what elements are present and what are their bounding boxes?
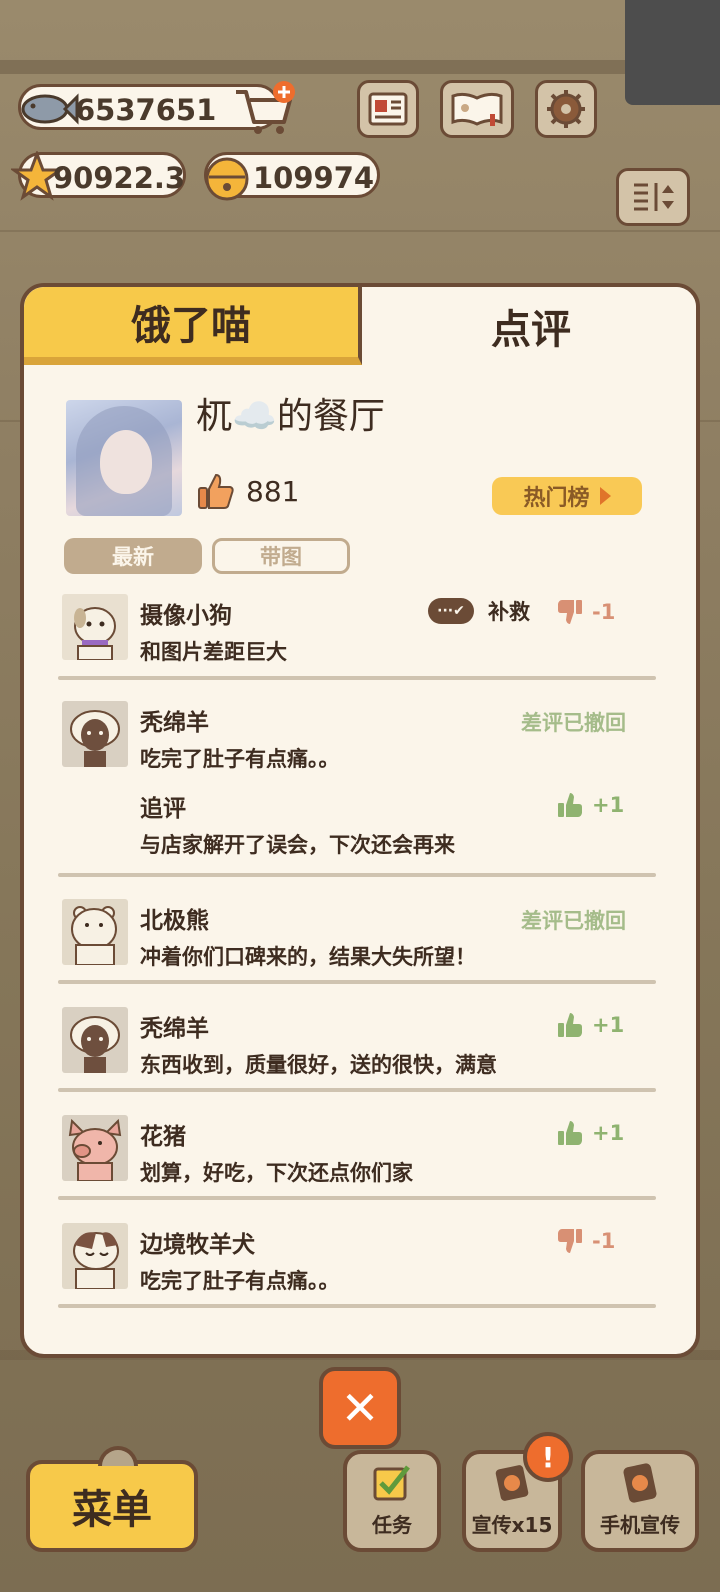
chevron-right-icon bbox=[599, 487, 611, 505]
review-item: 北极熊 冲着你们口碑来的，结果大失所望！ 差评已撤回 bbox=[24, 897, 696, 987]
review-divider bbox=[58, 1304, 656, 1308]
newspaper-icon bbox=[368, 92, 408, 126]
bell-icon bbox=[205, 157, 249, 201]
fish-count: 6537651 bbox=[75, 93, 217, 127]
sheep-avatar bbox=[62, 701, 128, 767]
polar-bear-avatar bbox=[62, 899, 128, 965]
sheep-avatar bbox=[62, 1007, 128, 1073]
review-text: 东西收到，质量很好，送的很快，满意 bbox=[140, 1053, 497, 1077]
star-count: 90922.3 bbox=[53, 161, 186, 195]
reviewer-name: 边境牧羊犬 bbox=[140, 1232, 255, 1258]
layout-toggle-button[interactable] bbox=[616, 168, 690, 226]
thumbs-down-icon bbox=[558, 1229, 582, 1253]
thumbs-up-icon bbox=[558, 1013, 582, 1037]
review-text: 吃完了肚子有点痛。。 bbox=[140, 747, 340, 771]
sort-icon bbox=[634, 183, 674, 211]
retracted-status: 差评已撤回 bbox=[521, 909, 626, 933]
reviewer-name: 北极熊 bbox=[140, 908, 209, 934]
thumbs-up-icon bbox=[198, 473, 234, 509]
remedy-label: 补救 bbox=[488, 600, 530, 624]
phone-promo-button[interactable]: 手机宣传 bbox=[581, 1450, 699, 1552]
restaurant-avatar bbox=[66, 400, 182, 516]
review-score: +1 bbox=[556, 1011, 624, 1039]
followup-text: 与店家解开了误会，下次还会再来 bbox=[140, 833, 455, 857]
phone-promo-label: 手机宣传 bbox=[600, 1513, 680, 1537]
review-text: 划算，好吃，下次还点你们家 bbox=[140, 1161, 413, 1185]
tasks-button[interactable]: 任务 bbox=[343, 1450, 441, 1552]
tab-delivery[interactable]: 饿了喵 bbox=[24, 287, 362, 365]
review-text: 冲着你们口碑来的，结果大失所望！ bbox=[140, 945, 476, 969]
thumbs-up-icon bbox=[558, 793, 582, 817]
review-item: 秃绵羊 东西收到，质量很好，送的很快，满意 +1 bbox=[24, 1005, 696, 1095]
settings-button[interactable] bbox=[535, 80, 597, 138]
tab-reviews[interactable]: 点评 bbox=[362, 287, 696, 365]
reviewer-name: 秃绵羊 bbox=[140, 710, 209, 736]
chat-check-icon: ···✔ bbox=[428, 598, 474, 624]
reviewer-name: 摄像小狗 bbox=[140, 603, 232, 629]
promo-label: 宣传x15 bbox=[471, 1513, 553, 1537]
close-icon: ✕ bbox=[340, 1381, 380, 1435]
score-value: +1 bbox=[592, 793, 625, 817]
fish-icon bbox=[21, 93, 79, 125]
review-item: 秃绵羊 吃完了肚子有点痛。。 差评已撤回 追评 与店家解开了误会，下次还会再来 … bbox=[24, 699, 696, 869]
menu-label: 菜单 bbox=[72, 1487, 152, 1533]
wall-plank bbox=[0, 230, 720, 232]
review-divider bbox=[58, 676, 656, 680]
review-item: 摄像小狗 和图片差距巨大 ···✔ 补救 -1 bbox=[24, 592, 696, 682]
hot-ranking-button[interactable]: 热门榜 bbox=[492, 477, 642, 515]
phone-icon bbox=[623, 1463, 657, 1503]
cookbook-button[interactable] bbox=[440, 80, 514, 138]
review-score: +1 bbox=[556, 791, 624, 819]
reviewer-name: 花猪 bbox=[140, 1124, 186, 1150]
reviewer-name: 秃绵羊 bbox=[140, 1016, 209, 1042]
bell-currency-pill: 109974 bbox=[204, 152, 380, 201]
review-item: 边境牧羊犬 吃完了肚子有点痛。。 -1 bbox=[24, 1221, 696, 1311]
score-value: -1 bbox=[592, 600, 616, 624]
menu-button[interactable]: 菜单 bbox=[26, 1446, 198, 1552]
newspaper-button[interactable] bbox=[357, 80, 419, 138]
score-value: +1 bbox=[592, 1121, 625, 1145]
star-currency-pill: 90922.3 bbox=[11, 151, 186, 201]
retracted-status: 差评已撤回 bbox=[521, 711, 626, 735]
checkbox-icon bbox=[373, 1465, 410, 1501]
dog-avatar bbox=[62, 594, 128, 660]
bell-count: 109974 bbox=[253, 161, 375, 195]
score-value: -1 bbox=[592, 1229, 616, 1253]
review-divider bbox=[58, 1088, 656, 1092]
review-score: -1 bbox=[556, 1227, 615, 1255]
book-icon bbox=[451, 92, 503, 126]
review-panel: 饿了喵 点评 杌☁️的餐厅 881 热门榜 最新 带图 摄像小狗 和图片差距巨大… bbox=[20, 283, 700, 1358]
hot-ranking-label: 热门榜 bbox=[523, 486, 590, 511]
tasks-label: 任务 bbox=[372, 1513, 412, 1537]
filter-with-image[interactable]: 带图 bbox=[212, 538, 350, 574]
remedy-button[interactable]: ···✔ 补救 bbox=[428, 596, 530, 626]
ceiling-beam bbox=[0, 60, 720, 74]
review-text: 吃完了肚子有点痛。。 bbox=[140, 1269, 340, 1293]
pig-avatar bbox=[62, 1115, 128, 1181]
restaurant-name: 杌☁️的餐厅 bbox=[196, 396, 385, 437]
thumbs-up-icon bbox=[558, 1121, 582, 1145]
review-score: -1 bbox=[556, 598, 615, 626]
review-divider bbox=[58, 980, 656, 984]
thumbs-down-icon bbox=[558, 600, 582, 624]
score-value: +1 bbox=[592, 1013, 625, 1037]
close-button[interactable]: ✕ bbox=[319, 1367, 401, 1449]
review-divider bbox=[58, 873, 656, 877]
alert-badge: ! bbox=[523, 1432, 573, 1482]
border-collie-avatar bbox=[62, 1223, 128, 1289]
review-divider bbox=[58, 1196, 656, 1200]
likes-counter: 881 bbox=[196, 471, 299, 511]
review-score: +1 bbox=[556, 1119, 624, 1147]
review-item: 花猪 划算，好吃，下次还点你们家 +1 bbox=[24, 1113, 696, 1203]
gear-icon bbox=[547, 90, 585, 128]
followup-label: 追评 bbox=[140, 796, 186, 822]
filter-newest[interactable]: 最新 bbox=[64, 538, 202, 574]
review-text: 和图片差距巨大 bbox=[140, 640, 287, 664]
likes-count: 881 bbox=[246, 474, 300, 508]
shop-cart-icon[interactable] bbox=[232, 80, 298, 138]
overlay-corner bbox=[625, 0, 720, 105]
